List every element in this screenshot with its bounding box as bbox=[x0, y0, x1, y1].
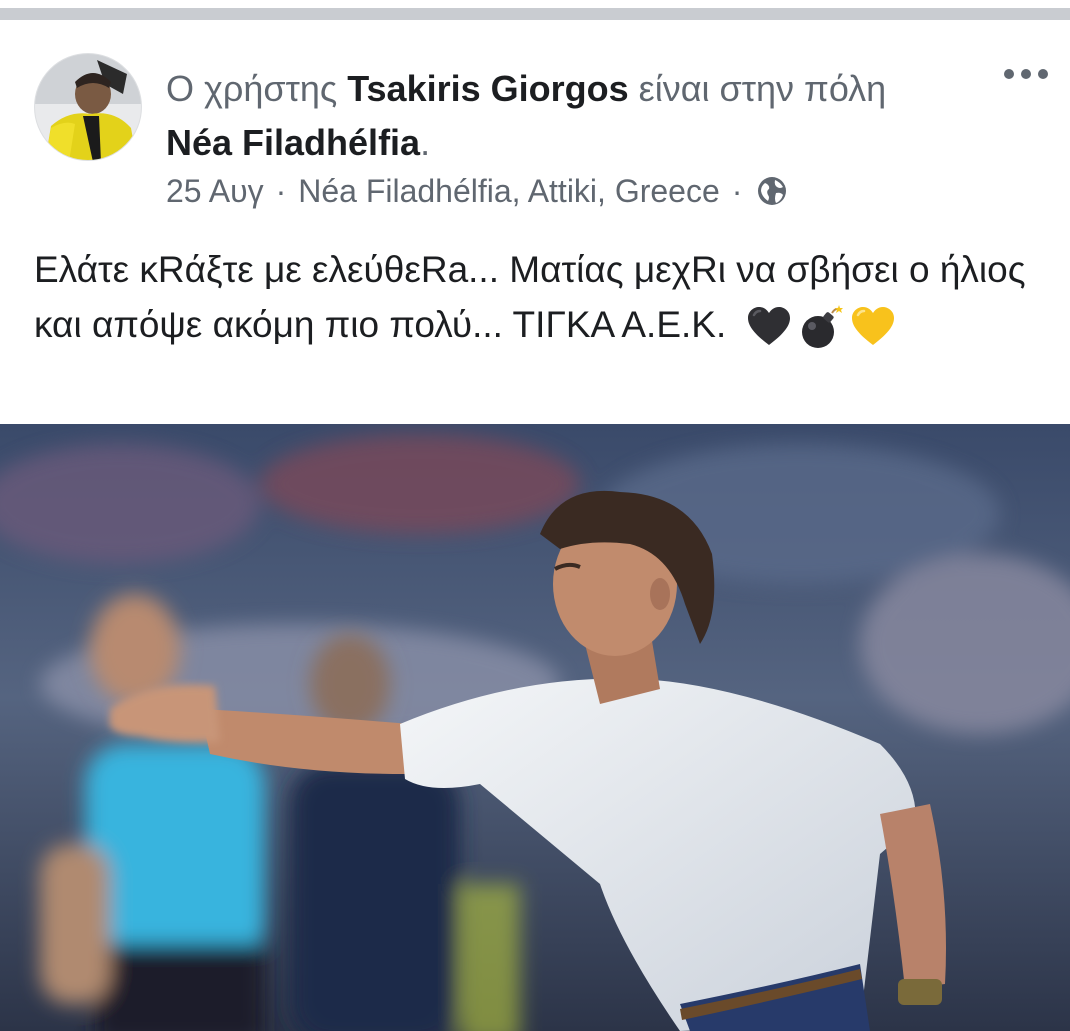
yellow-heart-icon bbox=[851, 307, 894, 346]
more-options-button[interactable] bbox=[996, 56, 1056, 92]
more-dot bbox=[1038, 69, 1048, 79]
meta-separator: · bbox=[275, 173, 287, 209]
post-date-link[interactable]: 25 Αυγ bbox=[166, 170, 264, 212]
header-middle: είναι στην πόλη bbox=[628, 68, 887, 109]
post-photo[interactable] bbox=[0, 424, 1070, 1031]
feed-divider bbox=[0, 8, 1070, 20]
globe-icon[interactable] bbox=[756, 175, 788, 207]
black-heart-icon bbox=[747, 307, 790, 346]
location-link[interactable]: Néa Filadhélfia bbox=[166, 122, 420, 163]
author-avatar[interactable] bbox=[34, 53, 142, 161]
more-dot bbox=[1021, 69, 1031, 79]
more-horizontal-icon bbox=[1004, 69, 1014, 79]
header-suffix: . bbox=[420, 122, 431, 163]
post-header: Ο χρήστης Tsakiris Giorgos είναι στην πό… bbox=[166, 62, 956, 170]
post-meta: 25 Αυγ · Néa Filadhélfia, Attiki, Greece… bbox=[166, 170, 788, 212]
location-detail-link[interactable]: Néa Filadhélfia, Attiki, Greece bbox=[298, 170, 720, 212]
meta-separator: · bbox=[731, 173, 743, 209]
avatar-image bbox=[35, 54, 141, 160]
author-name-link[interactable]: Tsakiris Giorgos bbox=[347, 68, 628, 109]
emoji-group bbox=[745, 303, 897, 351]
bomb-icon bbox=[801, 305, 843, 349]
post-body: Ελάτε κRάξτε με ελεύθεRa... Ματίας μεχRι… bbox=[34, 242, 1054, 352]
post-photo-image bbox=[0, 424, 1070, 1031]
header-prefix: Ο χρήστης bbox=[166, 68, 348, 109]
feed-post: Ο χρήστης Tsakiris Giorgos είναι στην πό… bbox=[0, 20, 1070, 1031]
